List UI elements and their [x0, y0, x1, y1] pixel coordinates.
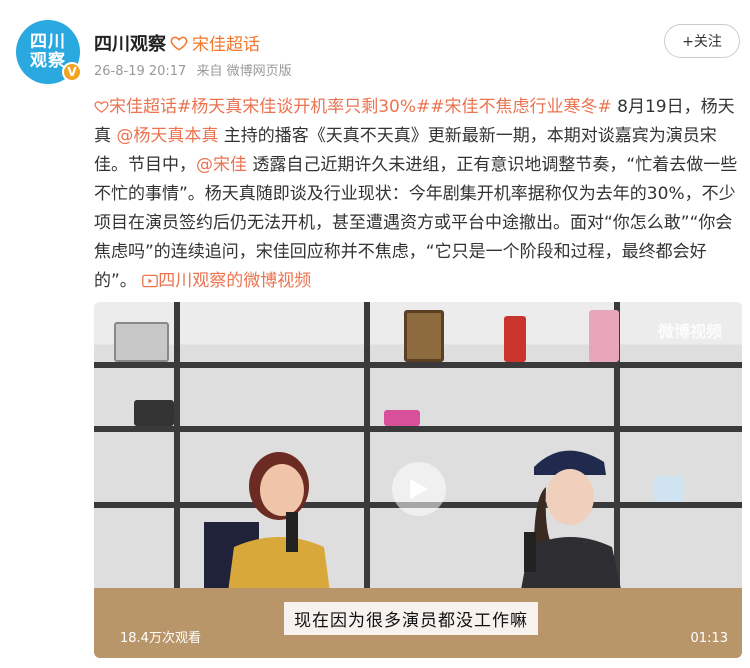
follow-label: +关注 [682, 34, 722, 50]
video-watermark: 微博视频 [657, 322, 722, 341]
shelf [94, 362, 742, 368]
follow-button[interactable]: +关注 [664, 24, 740, 58]
avatar-text-line1: 四川 [30, 32, 66, 52]
avatar-text-line2: 观察 [30, 51, 66, 71]
video-link[interactable]: 四川观察的微博视频 [142, 271, 311, 291]
super-topic-heart-icon [94, 101, 109, 113]
video-duration: 01:13 [690, 631, 728, 646]
shelf-frame [114, 322, 169, 362]
shelf-hat [134, 400, 174, 426]
super-topic-link[interactable]: 宋佳超话 [170, 30, 260, 55]
shelf-bottle [589, 310, 619, 362]
hashtag-link[interactable]: #杨天真宋佳谈开机率只剩30%##宋佳不焦虑行业寒冬# [177, 97, 612, 117]
super-topic-label: 宋佳超话 [192, 35, 260, 55]
video-link-icon [142, 274, 159, 288]
post-timestamp: 26-8-19 20:17 [94, 64, 187, 79]
super-topic-heart-icon [170, 36, 188, 51]
play-button[interactable] [392, 462, 446, 516]
mention-yangtianzhen[interactable]: @杨天真本真 [116, 126, 218, 146]
play-icon [410, 479, 428, 499]
shelf-box [384, 410, 420, 426]
verified-badge-icon: V [62, 62, 82, 82]
post-meta: 26-8-19 20:17 来自 微博网页版 [94, 60, 292, 79]
shelf [94, 426, 742, 432]
account-avatar[interactable]: 四川 观察 V [16, 20, 82, 84]
post-super-topic-link[interactable]: 宋佳超话 [94, 97, 177, 117]
shelf-item [654, 476, 684, 502]
post-super-topic-label: 宋佳超话 [109, 97, 177, 117]
view-count: 18.4万次观看 [120, 631, 201, 646]
shelf-post [364, 302, 370, 598]
post-text: 宋佳超话#杨天真宋佳谈开机率只剩30%##宋佳不焦虑行业寒冬# 8月19日，杨天… [94, 93, 742, 296]
account-name[interactable]: 四川观察 [94, 30, 166, 56]
video-link-label: 四川观察的微博视频 [158, 271, 312, 291]
shelf-frame [404, 310, 444, 362]
post-source: 来自 微博网页版 [196, 64, 292, 79]
mention-songjia[interactable]: @宋佳 [196, 155, 247, 175]
video-subtitle: 现在因为很多演员都没工作嘛 [284, 602, 538, 635]
shelf-post [174, 302, 180, 598]
video-player[interactable]: 微博视频 现在因为很多演员都没工作嘛 18.4万次观看 01:13 [94, 302, 742, 658]
shelf-cup [504, 316, 526, 362]
